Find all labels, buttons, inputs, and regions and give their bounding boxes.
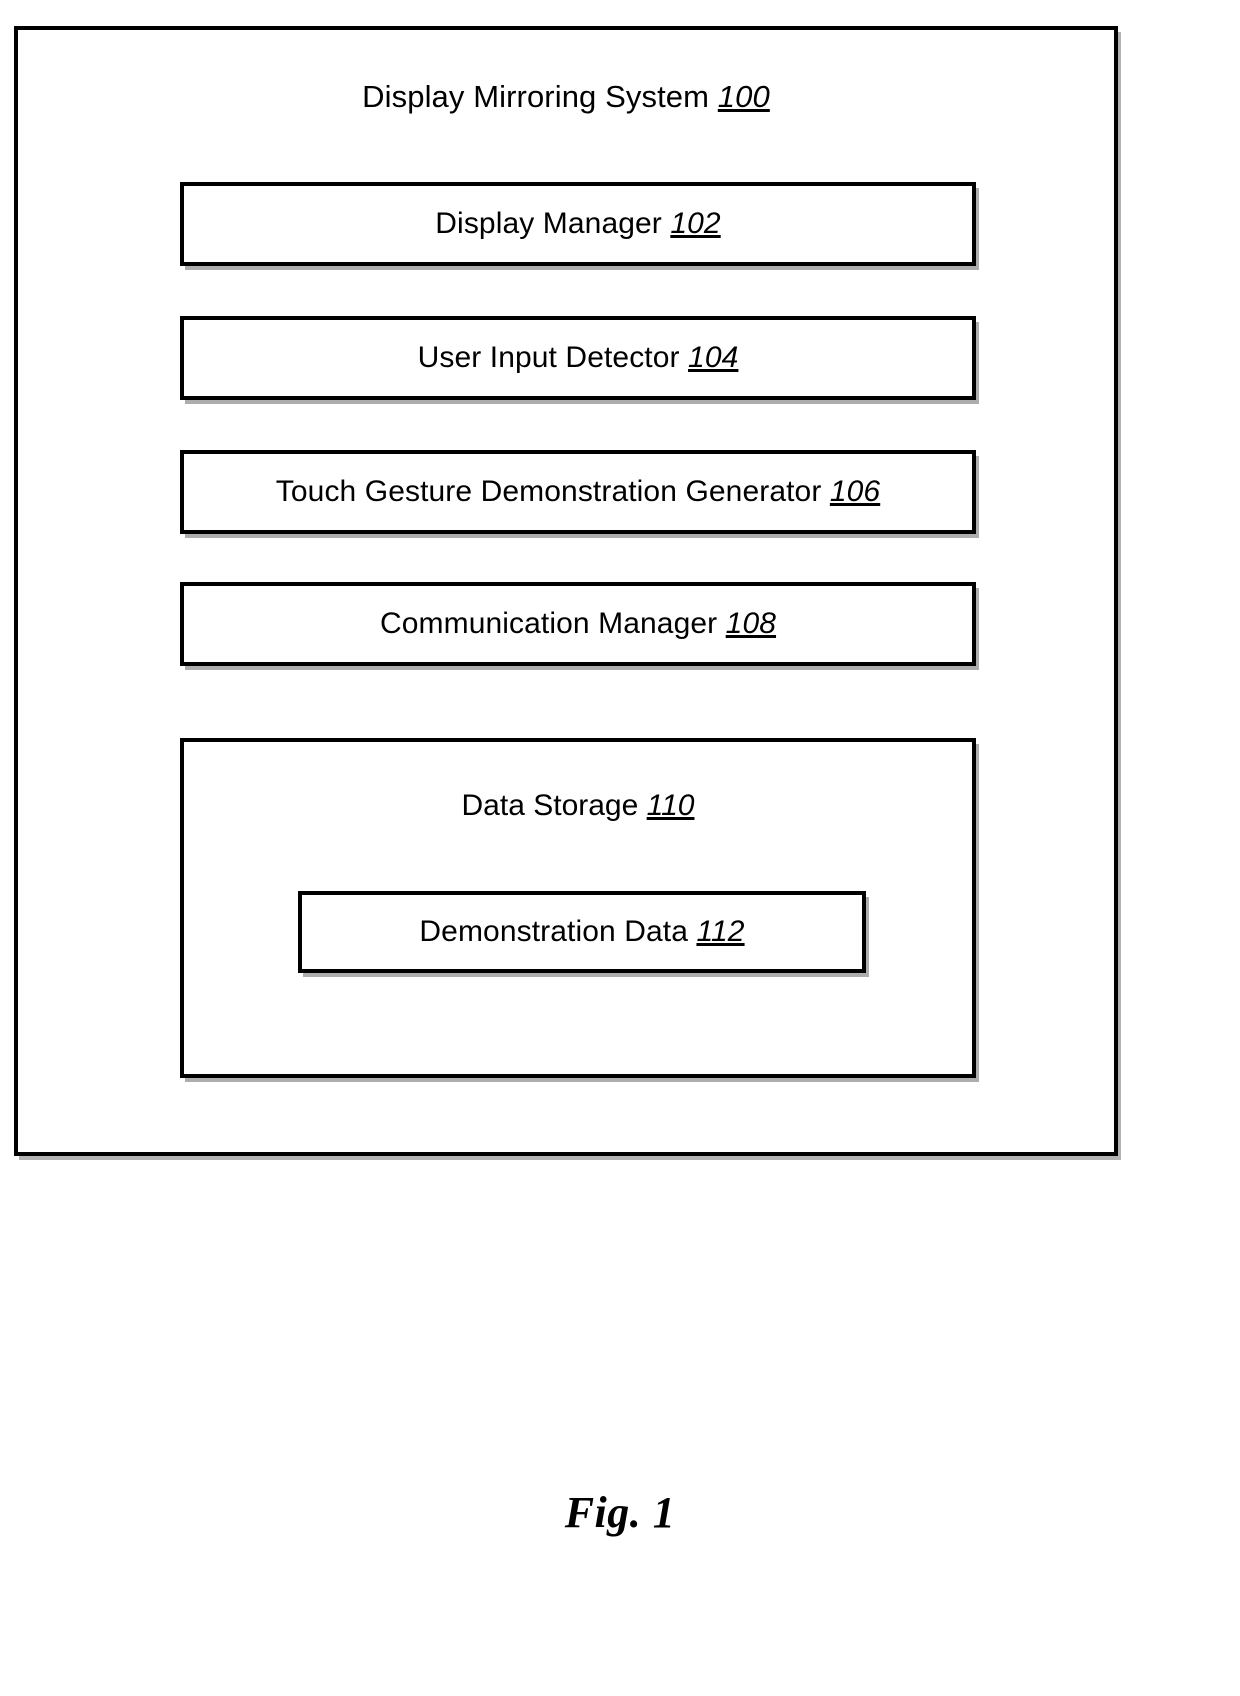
component-label-touch-gesture-demonstration-generator: Touch Gesture Demonstration Generator 10…: [276, 475, 880, 509]
component-label-data-storage: Data Storage 110: [184, 789, 972, 823]
component-ref-display-manager: 102: [670, 207, 721, 240]
component-box-user-input-detector: User Input Detector 104: [180, 316, 976, 400]
component-box-demonstration-data: Demonstration Data 112: [298, 891, 866, 973]
component-label-text-data-storage: Data Storage: [461, 789, 639, 822]
system-title: Display Mirroring System 100: [18, 80, 1114, 114]
component-ref-touch-gesture-demonstration-generator: 106: [829, 475, 881, 508]
component-label-text-display-manager: Display Manager: [435, 207, 662, 240]
component-label-demonstration-data: Demonstration Data 112: [419, 915, 744, 949]
system-title-text: Display Mirroring System: [362, 79, 710, 114]
component-box-display-manager: Display Manager 102: [180, 182, 976, 266]
component-box-communication-manager: Communication Manager 108: [180, 582, 976, 666]
component-label-text-touch-gesture-demonstration-generator: Touch Gesture Demonstration Generator: [275, 475, 822, 508]
component-label-text-user-input-detector: User Input Detector: [417, 341, 680, 374]
system-title-ref: 100: [717, 79, 770, 114]
component-label-display-manager: Display Manager 102: [435, 207, 720, 241]
component-box-touch-gesture-demonstration-generator: Touch Gesture Demonstration Generator 10…: [180, 450, 976, 534]
display-mirroring-system-container: Display Mirroring System 100 Display Man…: [14, 26, 1118, 1156]
component-label-user-input-detector: User Input Detector 104: [418, 341, 739, 375]
component-label-text-demonstration-data: Demonstration Data: [419, 915, 688, 948]
component-ref-data-storage: 110: [646, 789, 695, 822]
component-label-communication-manager: Communication Manager 108: [380, 607, 776, 641]
component-label-text-communication-manager: Communication Manager: [379, 607, 718, 640]
component-box-data-storage: Data Storage 110 Demonstration Data 112: [180, 738, 976, 1078]
component-ref-demonstration-data: 112: [696, 915, 745, 948]
component-ref-user-input-detector: 104: [688, 341, 739, 374]
component-ref-communication-manager: 108: [725, 607, 777, 640]
figure-caption: Fig. 1: [564, 1488, 676, 1537]
